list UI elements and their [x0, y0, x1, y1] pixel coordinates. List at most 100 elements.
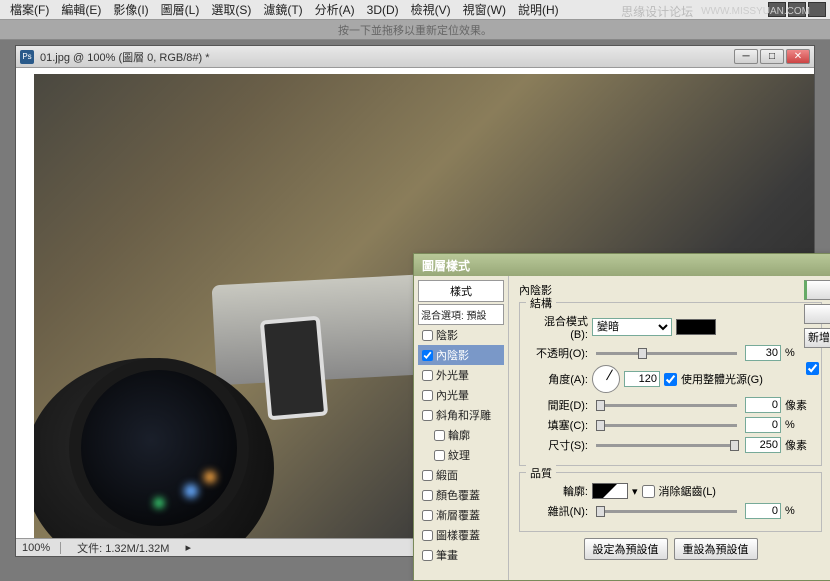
photo-content — [154, 498, 164, 508]
unit: % — [785, 419, 813, 431]
global-light-label: 使用整體光源(G) — [681, 371, 763, 387]
global-light-checkbox[interactable] — [664, 373, 677, 386]
chevron-right-icon[interactable]: ▸ — [185, 541, 191, 554]
style-stroke[interactable]: 筆畫 — [418, 545, 504, 565]
layer-style-dialog: 圖層樣式 樣式 混合選項: 預設 陰影 內陰影 外光暈 內光暈 斜角和浮雕 輪廓… — [413, 253, 830, 581]
style-pattern-overlay[interactable]: 圖樣覆蓋 — [418, 525, 504, 545]
zoom-level[interactable]: 100% — [22, 542, 61, 554]
choke-slider[interactable] — [596, 424, 737, 427]
minimize-button[interactable]: ─ — [734, 49, 758, 64]
menu-select[interactable]: 選取(S) — [205, 0, 257, 20]
style-inner-shadow[interactable]: 內陰影 — [418, 345, 504, 365]
checkbox[interactable] — [434, 430, 445, 441]
opacity-slider[interactable] — [596, 352, 737, 355]
structure-label: 結構 — [526, 295, 556, 311]
dialog-title[interactable]: 圖層樣式 — [414, 254, 830, 276]
distance-label: 間距(D): — [528, 397, 588, 413]
quality-group: 品質 輪廓: ▾ 消除鋸齒(L) 雜訊(N): % — [519, 472, 822, 532]
menu-edit[interactable]: 編輯(E) — [55, 0, 107, 20]
checkbox[interactable] — [422, 510, 433, 521]
watermark: WWW.MISSYUAN.COM — [701, 6, 810, 17]
styles-list: 樣式 混合選項: 預設 陰影 內陰影 外光暈 內光暈 斜角和浮雕 輪廓 紋理 緞… — [414, 276, 509, 580]
menu-image[interactable]: 影像(I) — [107, 0, 154, 20]
contour-label: 輪廓: — [528, 483, 588, 499]
opacity-label: 不透明(O): — [528, 345, 588, 361]
blend-mode-label: 混合模式(B): — [528, 313, 588, 341]
options-bar: 按一下並拖移以重新定位效果。 — [0, 20, 830, 40]
document-titlebar[interactable]: Ps 01.jpg @ 100% (圖層 0, RGB/8#) * ─ □ ✕ — [16, 46, 814, 68]
document-title: 01.jpg @ 100% (圖層 0, RGB/8#) * — [40, 49, 734, 65]
unit: % — [785, 505, 813, 517]
photo-content — [260, 316, 328, 421]
chevron-down-icon[interactable]: ▾ — [632, 485, 638, 498]
menu-window[interactable]: 視窗(W) — [457, 0, 512, 20]
style-texture[interactable]: 紋理 — [418, 445, 504, 465]
close-button[interactable]: ✕ — [786, 49, 810, 64]
style-inner-glow[interactable]: 內光暈 — [418, 385, 504, 405]
checkbox[interactable] — [422, 370, 433, 381]
style-drop-shadow[interactable]: 陰影 — [418, 325, 504, 345]
style-gradient-overlay[interactable]: 漸層覆蓋 — [418, 505, 504, 525]
distance-slider[interactable] — [596, 404, 737, 407]
choke-input[interactable] — [745, 417, 781, 433]
menu-analysis[interactable]: 分析(A) — [309, 0, 361, 20]
blend-mode-select[interactable]: 變暗 — [592, 318, 672, 336]
checkbox[interactable] — [422, 390, 433, 401]
checkbox[interactable] — [422, 350, 433, 361]
quality-label: 品質 — [526, 465, 556, 481]
cancel-button[interactable] — [804, 304, 830, 324]
menu-filter[interactable]: 濾鏡(T) — [257, 0, 308, 20]
menu-3d[interactable]: 3D(D) — [361, 1, 405, 19]
distance-input[interactable] — [745, 397, 781, 413]
make-default-button[interactable]: 設定為預設值 — [584, 538, 668, 560]
menu-view[interactable]: 檢視(V) — [405, 0, 457, 20]
settings-panel: 內陰影 結構 混合模式(B): 變暗 不透明(O): % 角度(A): — [509, 276, 830, 580]
checkbox[interactable] — [422, 530, 433, 541]
choke-label: 填塞(C): — [528, 417, 588, 433]
opacity-input[interactable] — [745, 345, 781, 361]
checkbox[interactable] — [422, 470, 433, 481]
photo-content — [184, 484, 198, 498]
color-swatch[interactable] — [676, 319, 716, 335]
blend-options-item[interactable]: 混合選項: 預設 — [418, 304, 504, 325]
menu-layer[interactable]: 圖層(L) — [155, 0, 206, 20]
checkbox[interactable] — [422, 410, 433, 421]
size-input[interactable] — [745, 437, 781, 453]
antialias-checkbox[interactable] — [642, 485, 655, 498]
angle-control[interactable] — [592, 365, 620, 393]
styles-header[interactable]: 樣式 — [418, 280, 504, 302]
angle-input[interactable] — [624, 371, 660, 387]
size-label: 尺寸(S): — [528, 437, 588, 453]
style-bevel[interactable]: 斜角和浮雕 — [418, 405, 504, 425]
style-outer-glow[interactable]: 外光暈 — [418, 365, 504, 385]
style-satin[interactable]: 緞面 — [418, 465, 504, 485]
reset-default-button[interactable]: 重設為預設值 — [674, 538, 758, 560]
panel-header: 內陰影 — [519, 282, 822, 298]
maximize-button[interactable]: □ — [760, 49, 784, 64]
checkbox[interactable] — [422, 330, 433, 341]
structure-group: 結構 混合模式(B): 變暗 不透明(O): % 角度(A): — [519, 302, 822, 466]
menu-file[interactable]: 檔案(F) — [4, 0, 55, 20]
checkbox[interactable] — [434, 450, 445, 461]
style-color-overlay[interactable]: 顏色覆蓋 — [418, 485, 504, 505]
workspace-icon[interactable] — [808, 2, 826, 17]
unit: 像素 — [785, 397, 813, 413]
ps-icon: Ps — [20, 50, 34, 64]
checkbox[interactable] — [422, 550, 433, 561]
size-slider[interactable] — [596, 444, 737, 447]
contour-picker[interactable] — [592, 483, 628, 499]
options-hint: 按一下並拖移以重新定位效果。 — [338, 22, 492, 38]
ok-button[interactable] — [804, 280, 830, 300]
style-contour[interactable]: 輪廓 — [418, 425, 504, 445]
noise-input[interactable] — [745, 503, 781, 519]
new-style-button[interactable]: 新增 — [804, 328, 830, 348]
photo-content — [69, 358, 249, 538]
preview-checkbox[interactable] — [806, 362, 819, 375]
antialias-label: 消除鋸齒(L) — [659, 483, 716, 499]
angle-label: 角度(A): — [528, 371, 588, 387]
noise-label: 雜訊(N): — [528, 503, 588, 519]
checkbox[interactable] — [422, 490, 433, 501]
menu-help[interactable]: 說明(H) — [512, 0, 565, 20]
banner: 思缘设计论坛 WWW.MISSYUAN.COM — [621, 3, 810, 20]
noise-slider[interactable] — [596, 510, 737, 513]
